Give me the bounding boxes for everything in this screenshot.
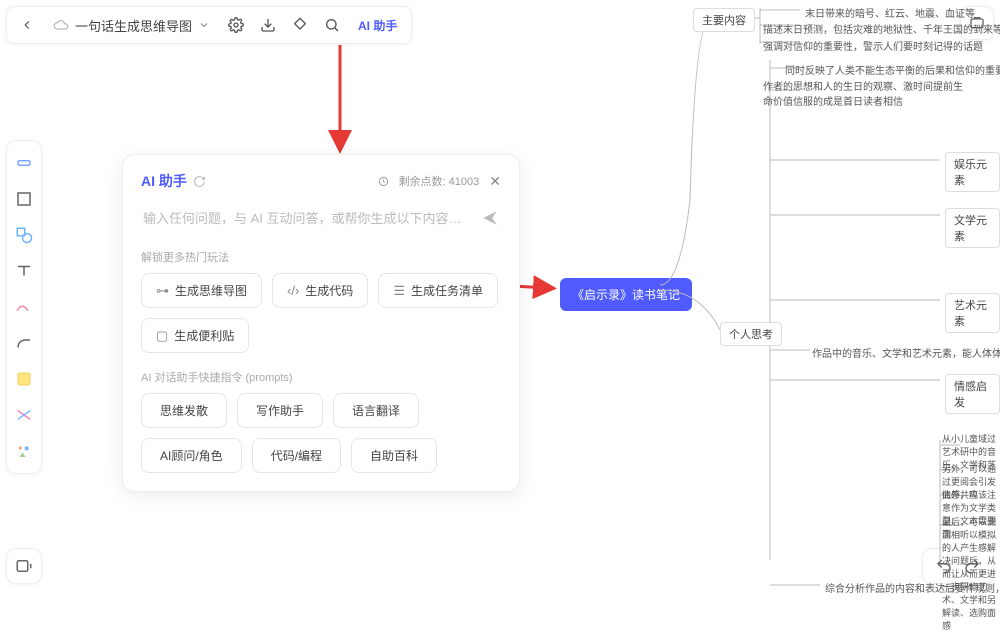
chip-role[interactable]: AI顾问/角色	[141, 438, 242, 473]
mindmap-central-node[interactable]: 《启示录》读书笔记	[560, 278, 692, 311]
clock-icon	[378, 176, 389, 187]
chip-task[interactable]: ☰生成任务清单	[378, 273, 498, 308]
mindmap-icon: ⊶	[156, 283, 169, 299]
branch-personal[interactable]: 个人思考	[720, 322, 782, 346]
side-label-3[interactable]: 艺术元素	[945, 293, 1000, 333]
title-text: 一句话生成思维导图	[75, 16, 192, 35]
back-button[interactable]	[13, 11, 41, 39]
refresh-icon[interactable]	[193, 175, 206, 188]
chip-translate[interactable]: 语言翻译	[333, 393, 419, 428]
bottom-text[interactable]: 综合分析作品的内容和表达后要件规则，以及评论	[825, 580, 1000, 595]
section-label-2: AI 对话助手快捷指令 (prompts)	[141, 369, 501, 385]
section-label-1: 解锁更多热门玩法	[141, 249, 501, 265]
thought-item-1[interactable]: 同时反映了人类不能生态平衡的后果和信仰的重要性	[785, 62, 1000, 77]
points-remaining: 剩余点数: 41003	[399, 173, 480, 189]
chip-mindmap[interactable]: ⊶生成思维导图	[141, 273, 262, 308]
chevron-down-icon	[198, 19, 210, 31]
tool-sticky[interactable]	[12, 367, 36, 391]
thought-item-2[interactable]: 作者的思想和人的生日的观察、激时间提前生命价值信服的成是首日读者相信	[763, 78, 963, 108]
side-label-2[interactable]: 文学元素	[945, 208, 1000, 248]
bottom-left-button[interactable]	[6, 548, 42, 584]
side-label-4[interactable]: 情感启发	[945, 374, 1000, 414]
document-title[interactable]: 一句话生成思维导图	[45, 11, 218, 39]
tool-cross[interactable]	[12, 403, 36, 427]
tool-frame[interactable]	[12, 187, 36, 211]
code-icon: ‹/›	[287, 283, 299, 298]
main-item-3[interactable]: 强调对信仰的重要性，警示人们要时刻记得的话题	[763, 38, 983, 53]
panel-title: AI 助手	[141, 171, 206, 191]
tool-topic[interactable]	[12, 151, 36, 175]
ai-input[interactable]	[143, 211, 473, 226]
side-text-5[interactable]: 最后，可以测测相听以模拟的人产生感解决问题后，从而让从而更进一步研修艺术、文学和…	[942, 515, 1000, 632]
ai-assistant-button[interactable]: AI 助手	[350, 17, 405, 34]
tool-connector[interactable]	[12, 331, 36, 355]
tool-text[interactable]	[12, 259, 36, 283]
tool-pen[interactable]	[12, 295, 36, 319]
ai-assistant-panel: AI 助手 剩余点数: 41003 ✕ 解锁更多热门玩法 ⊶生成思维导图 ‹/›…	[122, 154, 520, 492]
main-item-1[interactable]: 末日带来的暗号、红云、地震、血证等	[805, 5, 975, 20]
top-toolbar: 一句话生成思维导图 AI 助手	[6, 6, 412, 44]
sticky-icon: ▢	[156, 328, 168, 344]
branch-main[interactable]: 主要内容	[693, 8, 755, 32]
main-item-2[interactable]: 描述末日预测，包括灾难的地狱性、千年王国的到来等	[763, 21, 1000, 36]
annotation-arrow-1	[300, 40, 380, 160]
chip-sticky[interactable]: ▢生成便利贴	[141, 318, 249, 353]
chip-coding[interactable]: 代码/编程	[252, 438, 341, 473]
chip-diverge[interactable]: 思维发散	[141, 393, 227, 428]
tool-shape[interactable]	[12, 223, 36, 247]
close-button[interactable]: ✕	[489, 173, 501, 190]
side-text-1[interactable]: 作品中的音乐、文学和艺术元素，能人体体现察的情感感受	[812, 345, 1000, 360]
search-button[interactable]	[318, 11, 346, 39]
task-icon: ☰	[393, 283, 405, 299]
tag-button[interactable]	[286, 11, 314, 39]
send-button[interactable]	[481, 209, 499, 227]
chip-wiki[interactable]: 自助百科	[351, 438, 437, 473]
settings-button[interactable]	[222, 11, 250, 39]
left-toolbar	[6, 140, 42, 474]
chip-code[interactable]: ‹/›生成代码	[272, 273, 368, 308]
chip-writing[interactable]: 写作助手	[237, 393, 323, 428]
cloud-icon	[53, 17, 69, 33]
side-label-1[interactable]: 娱乐元素	[945, 152, 1000, 192]
tool-more[interactable]	[12, 439, 36, 463]
export-button[interactable]	[254, 11, 282, 39]
